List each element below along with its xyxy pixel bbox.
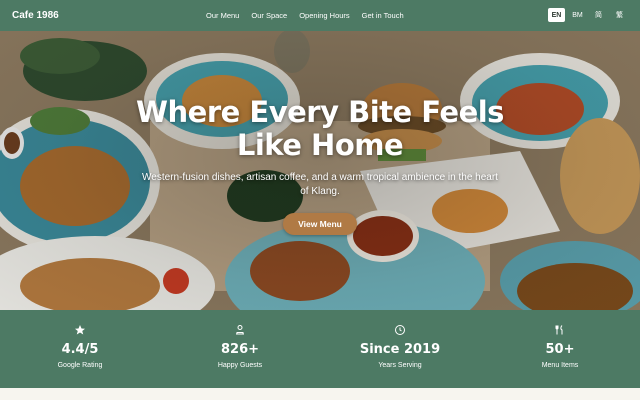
- stat-label: Menu Items: [541, 362, 579, 369]
- nav-link-get-in-touch[interactable]: Get in Touch: [362, 11, 404, 20]
- lang-bm-button[interactable]: BM: [569, 8, 586, 22]
- nav-links: Our Menu Our Space Opening Hours Get in …: [206, 0, 416, 31]
- view-menu-button[interactable]: View Menu: [283, 213, 357, 235]
- stat-value: 826+: [220, 342, 260, 357]
- stat-value: Since 2019: [359, 342, 441, 357]
- utensils-icon: [555, 325, 563, 335]
- stat-label: Google Rating: [57, 362, 103, 369]
- lang-traditional-chinese-button[interactable]: 繁: [611, 8, 628, 22]
- language-switcher: EN BM 简 繁: [548, 8, 628, 22]
- next-section-edge: [0, 388, 640, 400]
- guests-icon: [236, 325, 244, 335]
- hero-section: Where Every Bite Feels Like Home Western…: [0, 31, 640, 310]
- stat-google-rating: 4.4/5 Google Rating: [0, 310, 160, 388]
- top-navbar: Cafe 1986 Our Menu Our Space Opening Hou…: [0, 0, 640, 31]
- stat-value: 4.4/5: [61, 342, 99, 357]
- hero-subtitle: Western-fusion dishes, artisan coffee, a…: [142, 172, 498, 197]
- clock-icon: [395, 325, 405, 335]
- stat-years-serving: Since 2019 Years Serving: [320, 310, 480, 388]
- brand-logo[interactable]: Cafe 1986: [12, 10, 59, 21]
- nav-link-opening-hours[interactable]: Opening Hours: [299, 11, 349, 20]
- stat-happy-guests: 826+ Happy Guests: [160, 310, 320, 388]
- stats-bar: 4.4/5 Google Rating 826+ Happy Guests Si…: [0, 310, 640, 388]
- nav-link-our-space[interactable]: Our Space: [251, 11, 287, 20]
- lang-en-button[interactable]: EN: [548, 8, 565, 22]
- stat-label: Happy Guests: [217, 362, 263, 369]
- stat-label: Years Serving: [378, 362, 422, 369]
- lang-simplified-chinese-button[interactable]: 简: [590, 8, 607, 22]
- nav-link-our-menu[interactable]: Our Menu: [206, 11, 239, 20]
- stat-menu-items: 50+ Menu Items: [480, 310, 640, 388]
- stat-value: 50+: [545, 342, 575, 357]
- hero-title: Where Every Bite Feels Like Home: [136, 95, 504, 162]
- star-icon: [75, 325, 85, 335]
